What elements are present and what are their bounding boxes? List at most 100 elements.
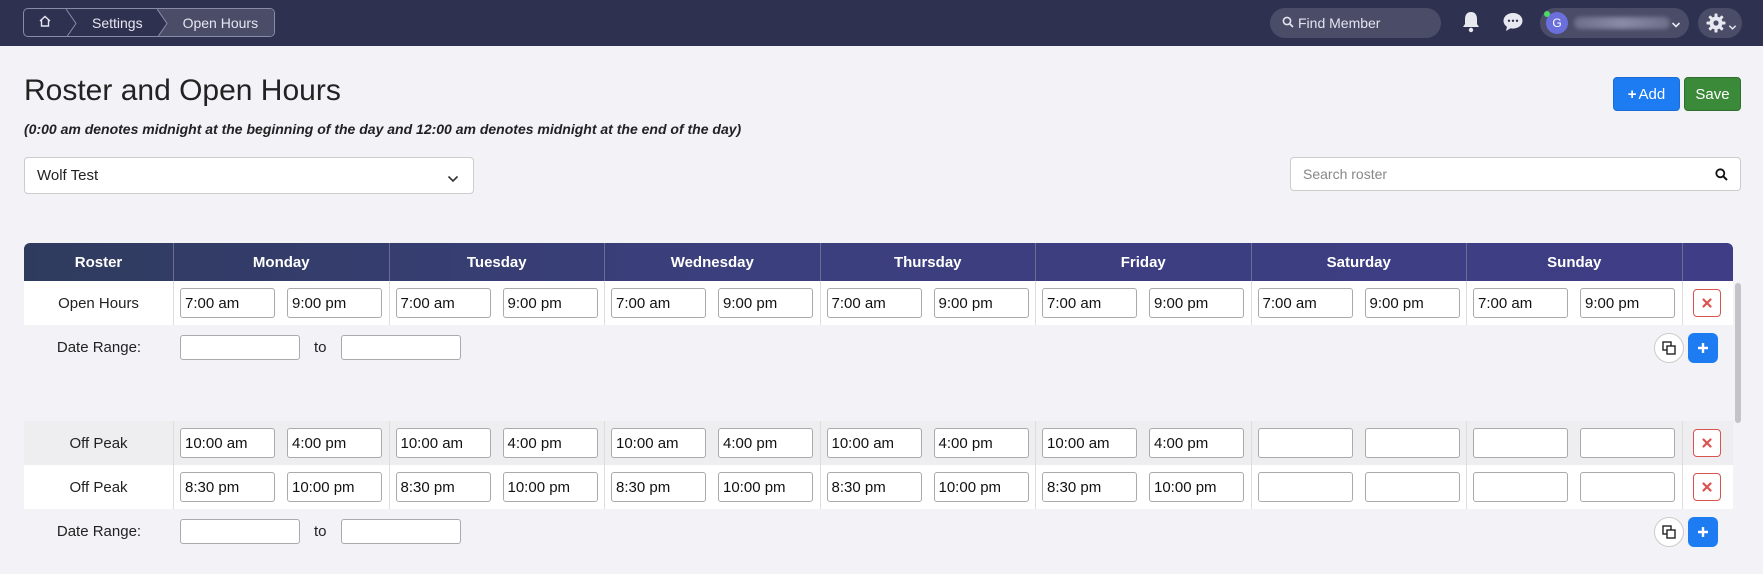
add-row-button[interactable] — [1688, 333, 1718, 363]
home-icon — [38, 14, 52, 31]
bell-icon[interactable] — [1461, 11, 1481, 38]
copy-button[interactable] — [1654, 333, 1684, 363]
end-time-input[interactable]: 10:00 pm — [287, 472, 382, 502]
plus-icon: + — [1627, 85, 1637, 103]
table-header: Roster Monday Tuesday Wednesday Thursday Frid… — [24, 243, 1733, 281]
end-time-input[interactable]: 4:00 pm — [718, 428, 813, 458]
header-actions — [1683, 243, 1732, 281]
start-time-input[interactable]: 7:00 am — [1257, 288, 1353, 318]
date-range-end-input[interactable] — [340, 518, 461, 544]
search-icon[interactable] — [1715, 168, 1728, 184]
day-cell-friday: 8:30 pm 10:00 pm — [1036, 465, 1252, 509]
breadcrumb-settings-label: Settings — [92, 14, 143, 31]
scrollbar[interactable] — [1735, 283, 1741, 423]
start-time-input[interactable]: 7:00 am — [395, 288, 491, 318]
delete-row-button[interactable] — [1693, 429, 1721, 457]
end-time-input[interactable]: 10:00 pm — [718, 472, 813, 502]
start-time-input[interactable]: 10:00 am — [1042, 428, 1137, 458]
day-cell-sunday — [1467, 421, 1683, 465]
start-time-input[interactable]: 8:30 pm — [180, 472, 275, 502]
save-button[interactable]: Save — [1684, 77, 1741, 111]
day-cell-saturday: 7:00 am 9:00 pm — [1252, 281, 1467, 325]
search-icon — [1282, 15, 1298, 31]
start-time-input[interactable] — [1473, 472, 1568, 502]
start-time-input[interactable]: 8:30 pm — [611, 472, 706, 502]
day-cell-sunday — [1467, 465, 1683, 509]
end-time-input[interactable]: 4:00 pm — [1149, 428, 1244, 458]
roster-select-value: Wolf Test — [37, 167, 99, 184]
end-time-input[interactable]: 10:00 pm — [933, 472, 1029, 502]
end-time-input[interactable]: 9:00 pm — [287, 288, 382, 318]
end-time-input[interactable]: 9:00 pm — [718, 288, 813, 318]
roster-table: Roster Monday Tuesday Wednesday Thursday Frid… — [24, 243, 1733, 553]
start-time-input[interactable]: 7:00 am — [1473, 288, 1568, 318]
end-time-input[interactable] — [1364, 428, 1460, 458]
page-title: Roster and Open Hours — [24, 74, 341, 107]
start-time-input[interactable] — [1257, 428, 1353, 458]
top-navbar: Settings Open Hours Find Member G — [0, 0, 1763, 46]
table-row: Off Peak 10:00 am 4:00 pm 10:00 am 4:00 pm 10… — [24, 421, 1733, 465]
delete-row-button[interactable] — [1693, 473, 1721, 501]
start-time-input[interactable]: 8:30 pm — [826, 472, 922, 502]
start-time-input[interactable]: 10:00 am — [826, 428, 922, 458]
copy-button[interactable] — [1654, 517, 1684, 547]
user-name-blurred — [1574, 17, 1670, 29]
save-button-label: Save — [1695, 85, 1730, 103]
header-monday: Monday — [174, 243, 390, 281]
end-time-input[interactable]: 10:00 pm — [1149, 472, 1244, 502]
end-time-input[interactable]: 9:00 pm — [1580, 288, 1675, 318]
find-member-search[interactable]: Find Member — [1270, 8, 1441, 38]
end-time-input[interactable]: 9:00 pm — [933, 288, 1029, 318]
end-time-input[interactable]: 9:00 pm — [1364, 288, 1460, 318]
search-roster-placeholder: Search roster — [1303, 166, 1388, 182]
delete-row-button[interactable] — [1693, 289, 1721, 317]
end-time-input[interactable]: 9:00 pm — [1149, 288, 1244, 318]
start-time-input[interactable]: 7:00 am — [826, 288, 922, 318]
day-cell-saturday — [1252, 465, 1467, 509]
breadcrumb-open-hours-label: Open Hours — [182, 14, 259, 31]
start-time-input[interactable]: 7:00 am — [180, 288, 275, 318]
add-row-button[interactable] — [1688, 517, 1718, 547]
date-range-label: Date Range: — [56, 338, 142, 356]
start-time-input[interactable]: 7:00 am — [1042, 288, 1137, 318]
day-cell-thursday: 8:30 pm 10:00 pm — [821, 465, 1036, 509]
user-menu[interactable]: G — [1540, 8, 1689, 38]
settings-menu[interactable] — [1698, 8, 1742, 38]
row-actions — [1683, 281, 1732, 325]
start-time-input[interactable]: 10:00 am — [611, 428, 706, 458]
start-time-input[interactable] — [1473, 428, 1568, 458]
day-cell-friday: 7:00 am 9:00 pm — [1036, 281, 1252, 325]
end-time-input[interactable] — [1580, 428, 1675, 458]
start-time-input[interactable]: 10:00 am — [395, 428, 491, 458]
search-roster-input[interactable]: Search roster — [1290, 157, 1741, 191]
start-time-input[interactable]: 10:00 am — [180, 428, 275, 458]
gear-icon — [1705, 12, 1727, 39]
end-time-input[interactable]: 4:00 pm — [933, 428, 1029, 458]
end-time-input[interactable]: 9:00 pm — [502, 288, 598, 318]
start-time-input[interactable]: 7:00 am — [611, 288, 706, 318]
day-cell-wednesday: 7:00 am 9:00 pm — [605, 281, 821, 325]
day-cell-saturday — [1252, 421, 1467, 465]
end-time-input[interactable]: 4:00 pm — [287, 428, 382, 458]
start-time-input[interactable]: 8:30 pm — [1042, 472, 1137, 502]
end-time-input[interactable] — [1580, 472, 1675, 502]
add-button[interactable]: + Add — [1613, 77, 1680, 111]
breadcrumb-home[interactable] — [24, 9, 66, 36]
roster-select[interactable]: Wolf Test — [24, 157, 474, 194]
breadcrumb-open-hours[interactable]: Open Hours — [168, 9, 275, 36]
header-tuesday: Tuesday — [390, 243, 605, 281]
header-saturday: Saturday — [1252, 243, 1467, 281]
start-time-input[interactable]: 8:30 pm — [395, 472, 491, 502]
chat-icon[interactable] — [1502, 11, 1524, 38]
plus-icon — [1698, 343, 1708, 353]
breadcrumb-settings[interactable]: Settings — [78, 9, 157, 36]
end-time-input[interactable] — [1364, 472, 1460, 502]
end-time-input[interactable]: 10:00 pm — [502, 472, 598, 502]
close-icon — [1702, 482, 1712, 492]
date-range-start-input[interactable] — [180, 334, 300, 360]
date-range-end-input[interactable] — [340, 334, 461, 360]
date-range-start-input[interactable] — [180, 518, 300, 544]
table-row: Open Hours 7:00 am 9:00 pm 7:00 am 9:00 pm 7:… — [24, 281, 1733, 325]
start-time-input[interactable] — [1257, 472, 1353, 502]
end-time-input[interactable]: 4:00 pm — [502, 428, 598, 458]
